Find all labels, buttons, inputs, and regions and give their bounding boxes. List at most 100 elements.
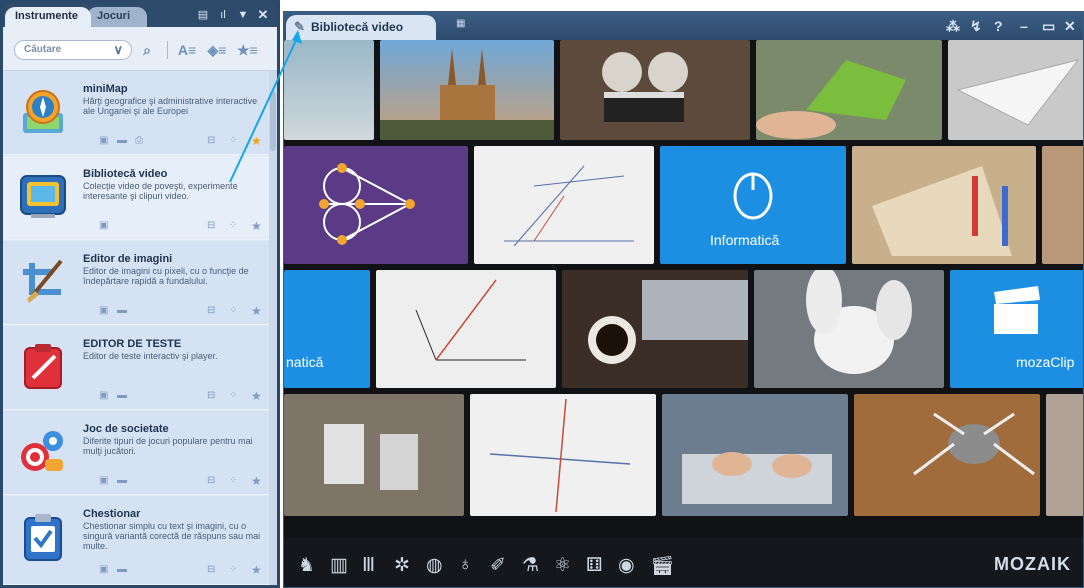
video-tile[interactable] bbox=[1046, 394, 1083, 516]
sort-type-icon[interactable]: ◈≡ bbox=[207, 40, 227, 60]
tab-instrumente[interactable]: Instrumente bbox=[5, 7, 91, 27]
rabbit-icon bbox=[806, 270, 912, 374]
video-tile-paper-plane[interactable] bbox=[948, 40, 1083, 140]
scrollbar-thumb[interactable] bbox=[270, 91, 276, 151]
video-tile-geometry-angles[interactable] bbox=[474, 146, 654, 264]
scrollbar[interactable] bbox=[269, 71, 277, 585]
video-icon[interactable]: ▬ bbox=[117, 475, 127, 486]
minimize-icon[interactable]: – bbox=[1020, 18, 1028, 34]
list-item-image-editor[interactable]: Editor de imagini Editor de imagini cu p… bbox=[3, 241, 269, 325]
search-icon[interactable]: ⌕ bbox=[137, 40, 157, 60]
window-icon[interactable]: ⊟ bbox=[207, 475, 215, 486]
star-icon[interactable]: ★ bbox=[251, 563, 262, 577]
tab-video-library[interactable]: ✎ Bibliotecă video bbox=[286, 15, 436, 40]
list-item-video-library[interactable]: Bibliotecă video Colecţie video de poveş… bbox=[3, 156, 269, 240]
video-tile-paper-boxes[interactable] bbox=[284, 394, 464, 516]
video-tile-cathedral[interactable] bbox=[380, 40, 554, 140]
search-input[interactable]: Căutare ∨ bbox=[14, 40, 132, 60]
list-item-quiz[interactable]: Chestionar Chestionar simplu cu text şi … bbox=[3, 496, 269, 585]
grid-icon[interactable]: ⁘ bbox=[229, 475, 237, 486]
window-icon[interactable]: ⊟ bbox=[207, 305, 215, 316]
video-tile-ruler-hands[interactable] bbox=[852, 146, 1036, 264]
history-helmet-icon[interactable]: ♞ bbox=[298, 554, 315, 577]
video-tile-spider[interactable] bbox=[854, 394, 1040, 516]
close-icon[interactable]: ✕ bbox=[1064, 18, 1076, 35]
globe-icon[interactable]: ◍ bbox=[426, 554, 443, 577]
video-tile-informatica[interactable]: Informatică bbox=[660, 146, 846, 264]
help-icon[interactable]: ▣ bbox=[99, 305, 108, 316]
grid-icon[interactable]: ⁘ bbox=[229, 220, 237, 231]
video-tile-laptop-typing[interactable] bbox=[662, 394, 848, 516]
item-description: Editor de teste interactiv şi player. bbox=[83, 351, 218, 361]
bars-icon[interactable]: ıl bbox=[215, 7, 231, 23]
window-icon[interactable]: ⊟ bbox=[207, 390, 215, 401]
video-tile-perpendicular[interactable] bbox=[470, 394, 656, 516]
video-icon[interactable]: ▬ bbox=[117, 564, 127, 575]
video-icon[interactable]: ▬ bbox=[117, 135, 127, 146]
help-icon[interactable]: ▣ bbox=[99, 220, 108, 231]
video-tile-purple-diagram[interactable] bbox=[284, 146, 468, 264]
list-item-minimap[interactable]: miniMap Hărţi geografice şi administrati… bbox=[3, 71, 269, 155]
video-tile-origami-frog[interactable] bbox=[756, 40, 942, 140]
window-icon[interactable]: ⊟ bbox=[207, 564, 215, 575]
microscope-icon[interactable]: ♁ bbox=[458, 554, 472, 576]
paint-icon[interactable]: ✐ bbox=[490, 554, 506, 577]
bisector-icon bbox=[415, 279, 526, 361]
pin-icon[interactable]: ↯ bbox=[970, 18, 982, 35]
flask-icon[interactable]: ⚗ bbox=[522, 554, 539, 577]
video-tile-bisector[interactable] bbox=[376, 270, 556, 388]
nature-icon[interactable]: ✲ bbox=[394, 554, 410, 577]
book-icon[interactable]: ▥ bbox=[330, 554, 348, 577]
video-tiles-grid: Informatică natică mozaClip bbox=[284, 40, 1083, 538]
chevron-down-icon[interactable]: ∨ bbox=[113, 42, 123, 58]
video-tile-mozaclip[interactable]: mozaClip bbox=[950, 270, 1083, 388]
clipboard-check-icon bbox=[17, 510, 69, 562]
column-icon[interactable]: Ⅲ bbox=[362, 554, 375, 577]
dice-icon[interactable]: ⚅ bbox=[586, 554, 603, 577]
video-icon[interactable]: ▬ bbox=[117, 305, 127, 316]
grid-icon[interactable]: ⁘ bbox=[229, 135, 237, 146]
help-icon[interactable]: ? bbox=[994, 18, 1003, 34]
help-icon[interactable]: ▣ bbox=[99, 390, 108, 401]
grid-icon[interactable]: ⁘ bbox=[229, 305, 237, 316]
close-icon[interactable]: ✕ bbox=[255, 7, 271, 23]
sort-alpha-icon[interactable]: A≡ bbox=[177, 40, 197, 60]
print-icon[interactable]: ⎙ bbox=[135, 135, 143, 146]
help-icon[interactable]: ▣ bbox=[99, 135, 108, 146]
video-tile[interactable] bbox=[284, 40, 374, 140]
grid-icon[interactable]: ⁘ bbox=[229, 390, 237, 401]
tab-title: Bibliotecă video bbox=[311, 20, 404, 34]
atom-icon[interactable]: ⚛ bbox=[554, 554, 571, 577]
mouse-icon[interactable]: ◉ bbox=[618, 554, 635, 577]
favorite-star-icon[interactable]: ★ bbox=[251, 134, 262, 148]
origami-icon bbox=[756, 60, 906, 139]
tile-grid-icon[interactable]: ▦ bbox=[456, 18, 472, 32]
item-title: EDITOR DE TESTE bbox=[83, 338, 182, 350]
tab-jocuri[interactable]: Jocuri bbox=[87, 7, 147, 27]
video-tile-informatica-partial[interactable]: natică bbox=[284, 270, 370, 388]
list-view-icon[interactable]: ▤ bbox=[195, 7, 211, 23]
maximize-icon[interactable]: ▭ bbox=[1042, 18, 1055, 35]
clapperboard-icon[interactable]: 🎬︎ bbox=[650, 554, 674, 578]
star-icon[interactable]: ★ bbox=[251, 304, 262, 318]
star-icon[interactable]: ★ bbox=[251, 219, 262, 233]
list-item-test-editor[interactable]: EDITOR DE TESTE Editor de teste interact… bbox=[3, 326, 269, 410]
favorites-sort-icon[interactable]: ★≡ bbox=[237, 40, 258, 60]
star-icon[interactable]: ★ bbox=[251, 474, 262, 488]
window-icon[interactable]: ⊟ bbox=[207, 220, 215, 231]
help-icon[interactable]: ▣ bbox=[99, 564, 108, 575]
dropdown-icon[interactable]: ▼ bbox=[235, 7, 251, 23]
tile-label: natică bbox=[286, 354, 324, 370]
video-tile-paper-rabbit[interactable] bbox=[754, 270, 944, 388]
video-tile-laptop-coffee[interactable] bbox=[562, 270, 748, 388]
video-tile[interactable] bbox=[1042, 146, 1083, 264]
help-icon[interactable]: ▣ bbox=[99, 475, 108, 486]
network-icon[interactable]: ⁂ bbox=[946, 18, 960, 35]
window-icon[interactable]: ⊟ bbox=[207, 135, 215, 146]
video-icon[interactable]: ▬ bbox=[117, 390, 127, 401]
grid-icon[interactable]: ⁘ bbox=[229, 564, 237, 575]
video-tile-film-projector[interactable] bbox=[560, 40, 750, 140]
list-item-board-game[interactable]: Joc de societate Diferite tipuri de jocu… bbox=[3, 411, 269, 495]
film-reel-icon bbox=[602, 52, 688, 122]
star-icon[interactable]: ★ bbox=[251, 389, 262, 403]
